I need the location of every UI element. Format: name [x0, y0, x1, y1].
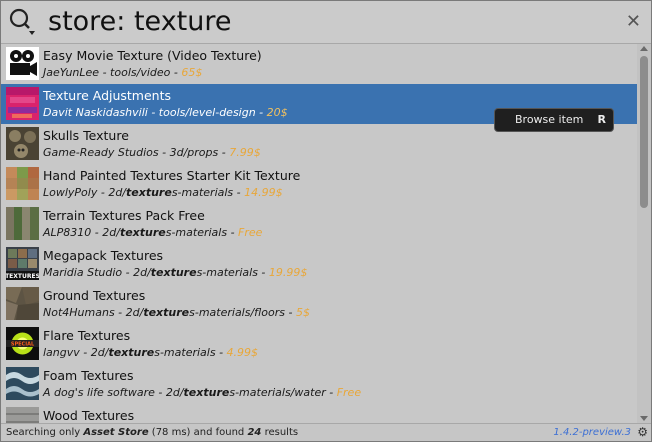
result-title: Foam Textures — [43, 368, 134, 383]
result-price: Free — [238, 226, 263, 239]
result-row[interactable]: Easy Movie Texture (Video Texture) JaeYun… — [1, 44, 637, 84]
result-title: Flare Textures — [43, 328, 131, 343]
result-title: Ground Textures — [43, 288, 146, 303]
ground-thumbnail — [6, 287, 39, 320]
scrollbar[interactable] — [637, 44, 651, 423]
result-subtitle: langvv - 2d/textures-materials - 4.99$ — [43, 346, 259, 359]
tooltip-label: Browse item — [515, 113, 584, 126]
status-text: Searching only Asset Store (78 ms) and f… — [6, 427, 299, 438]
result-title: Easy Movie Texture (Video Texture) — [43, 48, 262, 63]
result-row[interactable]: Wood Textures — [1, 404, 637, 423]
result-author: Not4Humans — [43, 306, 115, 319]
result-title: Texture Adjustments — [43, 88, 172, 103]
result-row[interactable]: TEXTURES Megapack Textures Maridia Studio … — [1, 244, 637, 284]
result-category: tools/video — [110, 66, 171, 79]
result-row[interactable]: SPECIAL Flare Textures langvv - 2d/texture… — [1, 324, 637, 364]
result-author: Game-Ready Studios — [43, 146, 159, 159]
result-price: 14.99$ — [244, 186, 283, 199]
result-category: 2d/textures-materials — [108, 186, 234, 199]
result-author: JaeYunLee — [43, 66, 100, 79]
results-list: Easy Movie Texture (Video Texture) JaeYun… — [1, 44, 637, 423]
result-row[interactable]: Terrain Textures Pack Free ALP8310 - 2d/t… — [1, 204, 637, 244]
megapack-thumbnail: TEXTURES — [6, 247, 39, 280]
flare-thumbnail: SPECIAL — [6, 327, 39, 360]
result-author: LowlyPoly — [43, 186, 98, 199]
search-icon — [9, 8, 35, 35]
close-icon[interactable]: ✕ — [626, 11, 641, 33]
search-input[interactable]: store: texture — [48, 4, 232, 40]
browse-item-tooltip[interactable]: Browse item R — [494, 108, 614, 132]
version-link[interactable]: 1.4.2-preview.3 — [553, 427, 631, 438]
result-author: Maridia Studio — [43, 266, 123, 279]
result-author: A dog's life software — [43, 386, 155, 399]
skulls-thumbnail — [6, 127, 39, 160]
result-subtitle: A dog's life software - 2d/textures-mate… — [43, 386, 362, 399]
result-title: Hand Painted Textures Starter Kit Textur… — [43, 168, 301, 183]
provider-name: Asset Store — [83, 427, 149, 438]
terrain-thumbnail — [6, 207, 39, 240]
result-subtitle: LowlyPoly - 2d/textures-materials - 14.9… — [43, 186, 283, 199]
result-price: 7.99$ — [229, 146, 261, 159]
result-subtitle: Davit Naskidashvili - tools/level-design… — [43, 106, 288, 119]
result-row[interactable]: Foam Textures A dog's life software - 2d/… — [1, 364, 637, 404]
result-price: Free — [336, 386, 362, 399]
film-projector-thumbnail — [6, 47, 39, 80]
scroll-thumb[interactable] — [640, 56, 648, 208]
status-bar: Searching only Asset Store (78 ms) and f… — [1, 423, 651, 441]
gear-icon[interactable]: ⚙ — [637, 425, 648, 439]
result-author: langvv — [43, 346, 80, 359]
result-category: 2d/textures-materials — [133, 266, 258, 279]
tooltip-shortcut-key: R — [597, 113, 606, 126]
result-category: 3d/props — [169, 146, 219, 159]
result-price: 65$ — [181, 66, 203, 79]
result-subtitle: JaeYunLee - tools/video - 65$ — [43, 66, 203, 79]
scroll-up-arrow-icon[interactable] — [640, 46, 648, 51]
result-count: 24 — [247, 427, 262, 438]
result-subtitle: Maridia Studio - 2d/textures-materials -… — [43, 266, 308, 279]
result-price: 20$ — [266, 106, 288, 119]
result-title: Megapack Textures — [43, 248, 164, 263]
result-author: Davit Naskidashvili — [43, 106, 148, 119]
result-category: 2d/textures-materials/water — [165, 386, 326, 399]
result-title: Terrain Textures Pack Free — [43, 208, 205, 223]
color-adjust-thumbnail — [6, 87, 39, 120]
foam-thumbnail — [6, 367, 39, 400]
result-row[interactable]: Ground Textures Not4Humans - 2d/textures-… — [1, 284, 637, 324]
hand-painted-thumbnail — [6, 167, 39, 200]
search-window: store: texture ✕ Easy Movie Texture (Vid… — [0, 0, 652, 442]
result-category: 2d/textures-materials — [90, 346, 216, 359]
result-title: Skulls Texture — [43, 128, 129, 143]
search-bar: store: texture ✕ — [1, 1, 651, 44]
result-category: 2d/textures-materials — [102, 226, 228, 239]
result-price: 4.99$ — [226, 346, 259, 359]
svg-text:SPECIAL: SPECIAL — [11, 342, 35, 348]
result-price: 5$ — [295, 306, 310, 319]
svg-text:TEXTURES: TEXTURES — [6, 273, 39, 280]
result-category: tools/level-design — [158, 106, 256, 119]
result-price: 19.99$ — [268, 266, 308, 279]
result-title: Wood Textures — [43, 408, 135, 423]
result-author: ALP8310 — [43, 226, 92, 239]
wood-thumbnail — [6, 407, 39, 423]
result-subtitle: Game-Ready Studios - 3d/props - 7.99$ — [43, 146, 261, 159]
scroll-down-arrow-icon[interactable] — [640, 416, 648, 421]
result-row[interactable]: Hand Painted Textures Starter Kit Textur… — [1, 164, 637, 204]
result-subtitle: Not4Humans - 2d/textures-materials/floor… — [43, 306, 310, 319]
result-category: 2d/textures-materials/floors — [125, 306, 285, 319]
result-subtitle: ALP8310 - 2d/textures-materials - Free — [43, 226, 263, 239]
